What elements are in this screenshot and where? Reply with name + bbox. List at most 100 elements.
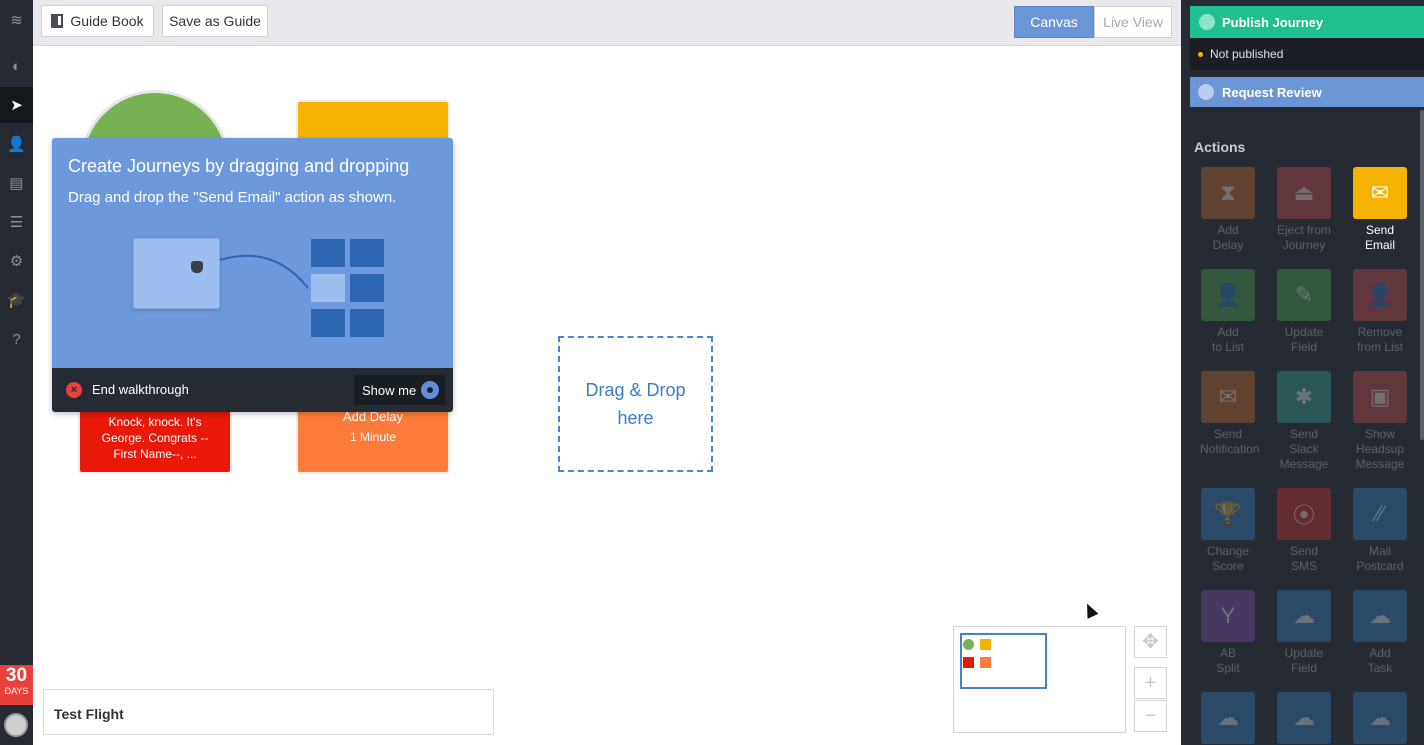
- end-walkthrough-link[interactable]: End walkthrough: [92, 382, 189, 397]
- guide-book-label: Guide Book: [70, 13, 144, 29]
- walkthrough-body: Create Journeys by dragging and dropping…: [52, 138, 453, 368]
- action-tile[interactable]: ✱ Send Slack Message: [1276, 371, 1332, 472]
- action-icon: ▣: [1353, 371, 1407, 423]
- action-tile[interactable]: ☁: [1200, 692, 1256, 745]
- action-icon: ☁: [1277, 590, 1331, 642]
- people-icon[interactable]: 👤: [0, 126, 33, 162]
- action-icon: ☁: [1277, 692, 1331, 744]
- academy-icon[interactable]: 🎓: [0, 282, 33, 318]
- action-tile[interactable]: ✎ Update Field: [1276, 269, 1332, 355]
- minimap-node: [980, 657, 991, 668]
- canvas-tab[interactable]: Canvas: [1014, 6, 1094, 38]
- upload-icon: [1199, 14, 1215, 30]
- show-me-button[interactable]: Show me: [354, 375, 445, 405]
- action-label: Change Score: [1200, 544, 1256, 574]
- zoom-in-button[interactable]: +: [1134, 667, 1167, 699]
- action-label-line: to List: [1211, 340, 1244, 354]
- check-icon: [1198, 84, 1214, 100]
- request-review-button[interactable]: Request Review: [1190, 77, 1424, 107]
- action-label: Update Field: [1276, 646, 1332, 676]
- action-label-line: Send: [1213, 427, 1243, 441]
- close-icon[interactable]: ×: [66, 382, 82, 398]
- action-label-line: Delay: [1212, 238, 1244, 252]
- action-tile[interactable]: ✉ Send Notification: [1200, 371, 1260, 457]
- action-tile[interactable]: ⏏ Eject from Journey: [1276, 167, 1332, 253]
- grid-tile: [311, 309, 345, 337]
- publish-status: Not published: [1190, 38, 1424, 70]
- action-tile[interactable]: 🏆 Change Score: [1200, 488, 1256, 574]
- publish-journey-button[interactable]: Publish Journey: [1190, 6, 1424, 38]
- action-tile[interactable]: ✉ Send Email: [1352, 167, 1408, 253]
- action-icon: ✱: [1277, 371, 1331, 423]
- trial-badge[interactable]: 30 DAYS: [0, 665, 33, 705]
- action-tile[interactable]: ⁄⁄ Mail Postcard: [1352, 488, 1408, 574]
- content-icon[interactable]: ☰: [0, 204, 33, 240]
- action-label: Send Email: [1352, 223, 1408, 253]
- action-icon: 👤: [1353, 269, 1407, 321]
- minimap-node: [963, 639, 974, 650]
- action-icon: ✎: [1277, 269, 1331, 321]
- minimap[interactable]: [953, 626, 1126, 733]
- action-tile[interactable]: ☁: [1352, 692, 1408, 745]
- action-label-line: Remove: [1357, 325, 1403, 339]
- save-as-guide-button[interactable]: Save as Guide: [162, 5, 268, 37]
- walkthrough-subtitle: Drag and drop the "Send Email" action as…: [68, 189, 397, 206]
- save-as-guide-label: Save as Guide: [169, 13, 261, 29]
- guide-book-button[interactable]: Guide Book: [41, 5, 154, 37]
- action-tile[interactable]: 👤 Remove from List: [1352, 269, 1408, 355]
- action-icon: ☁: [1353, 590, 1407, 642]
- action-tile[interactable]: Y AB Split: [1200, 590, 1256, 676]
- pan-button[interactable]: ✥: [1134, 626, 1167, 658]
- dashboard-icon[interactable]: ◐: [0, 48, 33, 84]
- action-label-line: Send: [1289, 544, 1319, 558]
- minimap-node: [980, 639, 991, 650]
- action-label: Show Headsup Message: [1352, 427, 1408, 472]
- grid-tile: [311, 239, 345, 267]
- action-label: Send Slack Message: [1276, 427, 1332, 472]
- trial-days: 30: [5, 665, 28, 686]
- right-panel-scrollbar[interactable]: [1420, 110, 1424, 440]
- action-label-line: Task: [1367, 661, 1393, 675]
- drop-zone-line2: here: [617, 408, 654, 428]
- action-tile[interactable]: ▣ Show Headsup Message: [1352, 371, 1408, 472]
- action-tile[interactable]: ☁ Add Task: [1352, 590, 1408, 676]
- action-label: AB Split: [1200, 646, 1256, 676]
- action-label-line: SMS: [1290, 559, 1317, 573]
- right-panel: Publish Journey Not published Request Re…: [1181, 0, 1424, 745]
- action-label-line: Show: [1364, 427, 1396, 441]
- zoom-out-button[interactable]: −: [1134, 700, 1167, 732]
- action-label-line: Score: [1212, 559, 1244, 573]
- test-flight-panel[interactable]: Test Flight: [43, 689, 494, 735]
- reports-icon[interactable]: ▤: [0, 165, 33, 201]
- minimap-node: [963, 657, 974, 668]
- action-label-line: Message: [1355, 457, 1405, 471]
- action-label: Eject from Journey: [1276, 223, 1332, 253]
- logo-icon[interactable]: ≋: [0, 2, 33, 38]
- action-label: Add Task: [1352, 646, 1408, 676]
- publish-status-text: Not published: [1210, 47, 1284, 61]
- action-icon: ✉: [1201, 371, 1255, 423]
- action-label: Update Field: [1276, 325, 1332, 355]
- action-label-line: Notification: [1200, 442, 1260, 456]
- action-tile[interactable]: ☁ Update Field: [1276, 590, 1332, 676]
- grab-hand-icon: [191, 261, 203, 273]
- drop-zone[interactable]: Drag & Drop here: [558, 336, 713, 472]
- status-dot-icon: [1198, 52, 1203, 57]
- journeys-icon[interactable]: ➤: [0, 87, 33, 123]
- action-icon: ⧗: [1201, 167, 1255, 219]
- action-tile[interactable]: 👤 Add to List: [1200, 269, 1256, 355]
- action-tile[interactable]: ☁: [1276, 692, 1332, 745]
- settings-icon[interactable]: ⚙: [0, 243, 33, 279]
- action-icon: Y: [1201, 590, 1255, 642]
- action-label-line: Add: [1217, 223, 1239, 237]
- live-view-tab[interactable]: Live View: [1094, 6, 1172, 38]
- action-icon: ⏏: [1277, 167, 1331, 219]
- action-tile[interactable]: ⧗ Add Delay: [1200, 167, 1256, 253]
- action-label: Remove from List: [1352, 325, 1408, 355]
- action-tile[interactable]: ⦿ Send SMS: [1276, 488, 1332, 574]
- left-nav: ≋ ◐ ➤ 👤 ▤ ☰ ⚙ 🎓 ? 30 DAYS: [0, 0, 33, 745]
- action-label-line: Slack: [1289, 442, 1319, 456]
- help-icon[interactable]: ?: [0, 321, 33, 357]
- avatar[interactable]: [4, 713, 28, 737]
- show-me-label: Show me: [362, 382, 417, 398]
